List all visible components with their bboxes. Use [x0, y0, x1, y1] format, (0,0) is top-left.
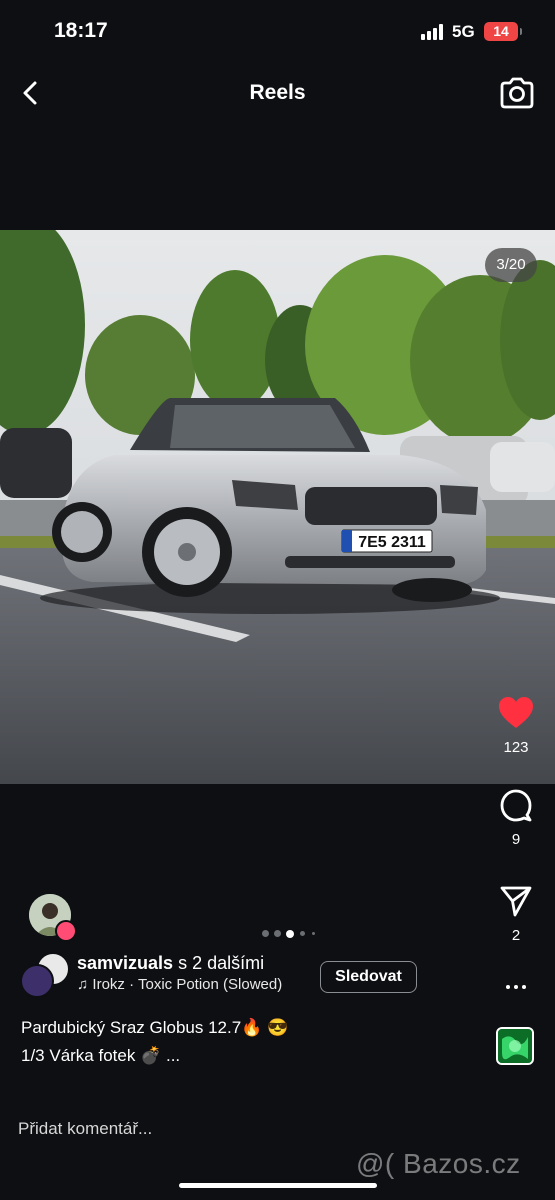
- caption-emoji-2: 💣: [140, 1046, 162, 1065]
- like-count: 123: [503, 739, 529, 756]
- status-bar: 18:17 5G 14: [0, 0, 555, 62]
- license-plate-text: 7E5 2311: [358, 534, 426, 551]
- top-navigation: Reels: [0, 62, 555, 122]
- author-collab: s 2 dalšími: [178, 953, 265, 973]
- network-type: 5G: [452, 22, 475, 41]
- page-title: Reels: [249, 81, 306, 104]
- send-icon: [500, 886, 532, 917]
- audio-thumbnail[interactable]: [496, 1027, 534, 1065]
- music-note-icon: ♫: [77, 976, 89, 993]
- author-name[interactable]: samvizuals: [77, 953, 173, 973]
- heart-icon: [499, 697, 533, 728]
- share-count: 2: [511, 927, 521, 944]
- battery-icon: 14: [484, 22, 522, 41]
- like-button[interactable]: 123: [490, 696, 542, 756]
- follow-button[interactable]: Sledovat: [320, 961, 417, 993]
- more-options-icon[interactable]: [504, 976, 528, 996]
- clock: 18:17: [54, 19, 108, 42]
- caption-more[interactable]: ...: [166, 1046, 180, 1065]
- comment-count: 9: [511, 831, 521, 848]
- heart-badge-icon: [55, 920, 77, 942]
- music-track: Irokz · Toxic Potion (Slowed): [92, 976, 283, 993]
- caption-line-1: Pardubický Sraz Globus 12.7: [21, 1018, 242, 1037]
- share-button[interactable]: 2: [490, 884, 542, 944]
- caption-line-2: 1/3 Várka fotek: [21, 1046, 136, 1065]
- post-photo[interactable]: 7E5 2311: [0, 230, 555, 784]
- car-photo: 7E5 2311: [0, 230, 555, 784]
- music-line[interactable]: ♫ Irokz · Toxic Potion (Slowed): [77, 976, 282, 993]
- post-caption[interactable]: Pardubický Sraz Globus 12.7🔥 😎 1/3 Várka…: [21, 1014, 288, 1070]
- comment-bubble-icon: [500, 789, 532, 822]
- camera-icon[interactable]: [498, 74, 536, 112]
- author-avatars[interactable]: [20, 952, 70, 1000]
- comment-button[interactable]: 9: [490, 788, 542, 848]
- cellular-signal-icon: [421, 24, 446, 40]
- audio-cover-icon: [498, 1029, 532, 1063]
- home-indicator[interactable]: [179, 1183, 377, 1188]
- author-line[interactable]: samvizuals s 2 dalšími: [77, 953, 264, 974]
- watermark: @( Bazos.cz: [356, 1148, 521, 1179]
- author-avatar: [20, 964, 54, 998]
- image-counter: 3/20: [485, 248, 537, 282]
- comment-input[interactable]: Přidat komentář...: [18, 1119, 152, 1139]
- caption-emoji-1: 🔥 😎: [241, 1018, 289, 1037]
